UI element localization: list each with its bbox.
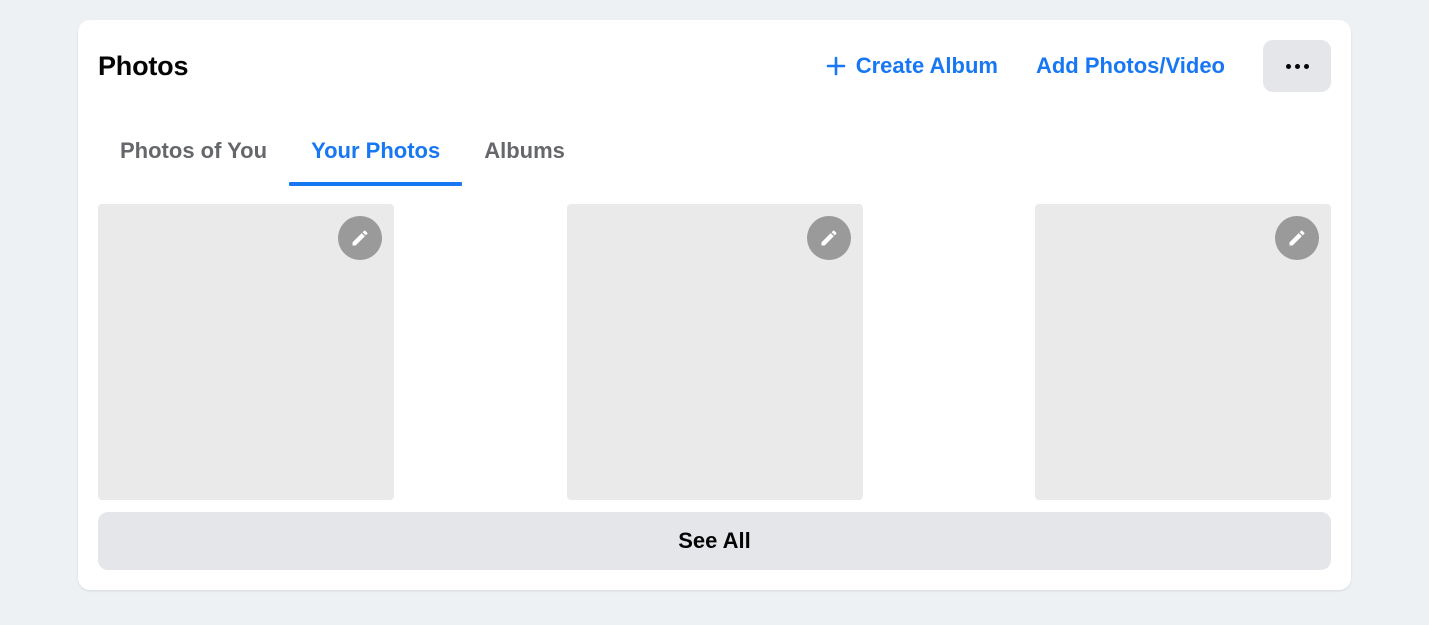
tab-label: Albums [484, 138, 565, 163]
header-actions: Create Album Add Photos/Video [826, 40, 1331, 92]
see-all-button[interactable]: See All [98, 512, 1331, 570]
more-options-icon [1286, 64, 1309, 69]
tab-albums[interactable]: Albums [462, 122, 587, 186]
edit-photo-button[interactable] [807, 216, 851, 260]
see-all-label: See All [678, 528, 751, 554]
create-album-button[interactable]: Create Album [826, 53, 998, 79]
photo-tile[interactable] [567, 204, 863, 500]
pencil-icon [350, 228, 370, 248]
tab-your-photos[interactable]: Your Photos [289, 122, 462, 186]
edit-photo-button[interactable] [1275, 216, 1319, 260]
page-root: Photos Create Album Add Photos/Video [0, 0, 1429, 590]
tab-label: Photos of You [120, 138, 267, 163]
photo-tile[interactable] [98, 204, 394, 500]
photos-card: Photos Create Album Add Photos/Video [78, 20, 1351, 590]
tabs: Photos of You Your Photos Albums [98, 122, 1331, 186]
add-photos-label: Add Photos/Video [1036, 53, 1225, 79]
create-album-label: Create Album [856, 53, 998, 79]
tab-photos-of-you[interactable]: Photos of You [98, 122, 289, 186]
plus-icon [826, 56, 846, 76]
more-options-button[interactable] [1263, 40, 1331, 92]
edit-photo-button[interactable] [338, 216, 382, 260]
section-title: Photos [98, 51, 188, 82]
pencil-icon [1287, 228, 1307, 248]
photo-tile[interactable] [1035, 204, 1331, 500]
pencil-icon [819, 228, 839, 248]
card-header: Photos Create Album Add Photos/Video [98, 40, 1331, 92]
photo-grid [98, 204, 1331, 500]
tab-label: Your Photos [311, 138, 440, 163]
add-photos-button[interactable]: Add Photos/Video [1036, 53, 1225, 79]
